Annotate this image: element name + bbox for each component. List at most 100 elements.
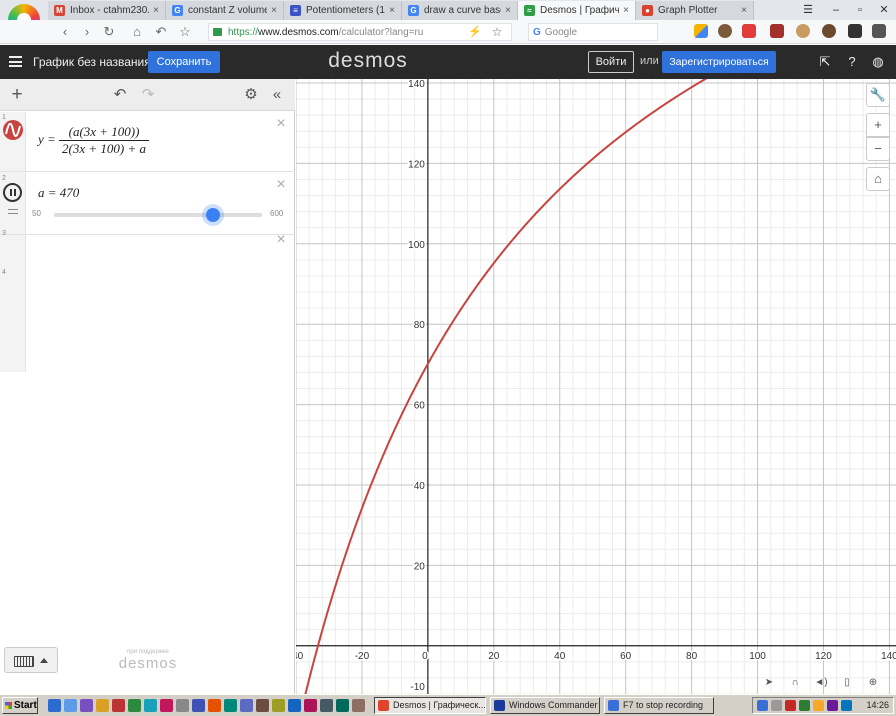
quicklaunch-app-icon[interactable] <box>224 699 237 712</box>
register-button[interactable]: Зарегистрироваться <box>662 51 776 73</box>
tray-icon[interactable] <box>785 700 796 711</box>
quicklaunch-app-icon[interactable] <box>208 699 221 712</box>
help-icon[interactable]: ? <box>844 54 860 70</box>
delete-expression-icon[interactable]: × <box>275 116 287 132</box>
browser-tab[interactable]: ● Graph Plotter × <box>636 1 754 20</box>
tray-icon[interactable] <box>771 700 782 711</box>
redo-icon[interactable]: ↷ <box>139 86 157 104</box>
curve-color-icon[interactable] <box>3 120 23 140</box>
quicklaunch-save-icon[interactable] <box>80 699 93 712</box>
undo-icon[interactable]: ↶ <box>111 86 129 104</box>
quicklaunch-app-icon[interactable] <box>304 699 317 712</box>
delete-expression-icon[interactable]: × <box>275 232 287 248</box>
share-icon[interactable]: ⇱ <box>817 54 833 70</box>
slider-handle[interactable] <box>205 208 220 222</box>
collapse-panel-icon[interactable]: « <box>268 86 286 104</box>
browser-tab[interactable]: M Inbox - ctahm230... × <box>48 1 166 20</box>
slider-min-label[interactable]: 50 <box>32 209 41 218</box>
quicklaunch-app-icon[interactable] <box>144 699 157 712</box>
save-button[interactable]: Сохранить <box>148 51 220 73</box>
bookmarks-icon[interactable]: ☰ <box>794 1 822 19</box>
taskbar-item[interactable]: Desmos | Графическ... <box>374 697 486 714</box>
keyboard-toggle-button[interactable] <box>4 647 58 673</box>
close-tab-icon[interactable]: × <box>153 5 159 16</box>
graph-canvas[interactable]: -40 -20 0 20 40 60 80 100 120 140 -10 20 40 60 80 100 12… <box>296 79 896 694</box>
projector-icon[interactable]: ▯ <box>840 677 854 691</box>
settings-gear-icon[interactable]: ⚙ <box>242 86 260 104</box>
back-icon[interactable]: ‹ <box>56 24 74 40</box>
slider-max-label[interactable]: 600 <box>270 209 283 218</box>
extension-grid-icon[interactable] <box>694 24 708 38</box>
zoom-out-icon[interactable]: − <box>866 137 890 161</box>
lightning-icon[interactable]: ⚡ <box>466 24 484 40</box>
slider-track[interactable] <box>54 208 262 222</box>
quicklaunch-app-icon[interactable] <box>288 699 301 712</box>
audio-icon[interactable]: ◄) <box>814 677 828 691</box>
tray-icon[interactable] <box>799 700 810 711</box>
default-view-home-icon[interactable]: ⌂ <box>866 167 890 191</box>
function-curve[interactable] <box>296 79 879 694</box>
accessibility-icon[interactable]: ⊕ <box>866 677 880 691</box>
graph-settings-wrench-icon[interactable]: 🔧 <box>866 83 890 107</box>
quicklaunch-chart-icon[interactable] <box>112 699 125 712</box>
close-tab-icon[interactable]: × <box>389 5 395 16</box>
menu-icon[interactable] <box>9 56 22 67</box>
braille-icon[interactable]: ∩ <box>788 677 802 691</box>
language-globe-icon[interactable]: ◍ <box>870 54 886 70</box>
graph-title[interactable]: График без названия <box>33 55 151 69</box>
star-icon[interactable]: ☆ <box>176 24 194 40</box>
quicklaunch-search-icon[interactable] <box>64 699 77 712</box>
reload-icon[interactable]: ↻ <box>100 24 118 40</box>
close-tab-icon[interactable]: × <box>623 5 629 16</box>
quicklaunch-ie-icon[interactable] <box>48 699 61 712</box>
tray-icon[interactable] <box>757 700 768 711</box>
close-tab-icon[interactable]: × <box>505 5 511 16</box>
browser-menu-icon[interactable] <box>872 24 886 38</box>
extension-red-icon[interactable] <box>742 24 756 38</box>
volume-icon[interactable] <box>841 700 852 711</box>
quicklaunch-app-icon[interactable] <box>160 699 173 712</box>
expression-row-3[interactable]: 3 × <box>0 230 295 292</box>
quicklaunch-app-icon[interactable] <box>336 699 349 712</box>
start-button[interactable]: Start <box>2 697 38 714</box>
quicklaunch-folder-icon[interactable] <box>96 699 109 712</box>
forward-icon[interactable]: › <box>78 24 96 40</box>
tray-icon[interactable] <box>813 700 824 711</box>
quicklaunch-tool-icon[interactable] <box>128 699 141 712</box>
quicklaunch-app-icon[interactable] <box>352 699 365 712</box>
login-button[interactable]: Войти <box>588 51 634 73</box>
close-window-icon[interactable]: ✕ <box>870 1 896 19</box>
close-tab-icon[interactable]: × <box>741 5 747 16</box>
cookie-extension-icon[interactable] <box>718 24 732 38</box>
expression-row-2[interactable]: 2 a = 470 50 600 × <box>0 173 295 235</box>
zoom-in-icon[interactable]: + <box>866 113 890 137</box>
quicklaunch-app-icon[interactable] <box>192 699 205 712</box>
add-expression-icon[interactable]: + <box>8 85 26 104</box>
slider-expression[interactable]: a = 470 <box>38 185 79 201</box>
quicklaunch-app-icon[interactable] <box>320 699 333 712</box>
browser-tab[interactable]: ≡ Potentiometers (1... × <box>284 1 402 20</box>
quicklaunch-app-icon[interactable] <box>240 699 253 712</box>
quicklaunch-app-icon[interactable] <box>176 699 189 712</box>
close-tab-icon[interactable]: × <box>271 5 277 16</box>
browser-tab[interactable]: ≈ Desmos | Графиче... × <box>518 1 636 20</box>
graph-area[interactable]: -40 -20 0 20 40 60 80 100 120 140 -10 20 40 60 80 100 12… <box>296 79 896 694</box>
cursor-icon[interactable]: ➤ <box>762 677 776 691</box>
extension-brown-icon[interactable] <box>822 24 836 38</box>
taskbar-item[interactable]: F7 to stop recording <box>604 697 714 714</box>
tray-icon[interactable] <box>827 700 838 711</box>
expression-formula-1[interactable]: y = (a(3x + 100)) 2(3x + 100) + a <box>38 124 150 157</box>
quicklaunch-app-icon[interactable] <box>272 699 285 712</box>
extension-check-icon[interactable] <box>848 24 862 38</box>
delete-expression-icon[interactable]: × <box>275 177 287 193</box>
extension-dark-red-icon[interactable] <box>770 24 784 38</box>
home-icon[interactable]: ⌂ <box>128 24 146 40</box>
search-field[interactable]: G Google <box>528 23 658 41</box>
powered-by-desmos-logo[interactable]: desmos <box>100 655 196 672</box>
bookmark-star-icon[interactable]: ☆ <box>488 24 506 40</box>
quicklaunch-app-icon[interactable] <box>256 699 269 712</box>
undo-close-tab-icon[interactable]: ↶ <box>152 24 170 40</box>
expression-row-4[interactable]: 4 <box>0 269 295 349</box>
pause-animation-icon[interactable] <box>3 183 22 202</box>
slider-settings-icon[interactable] <box>8 209 18 214</box>
